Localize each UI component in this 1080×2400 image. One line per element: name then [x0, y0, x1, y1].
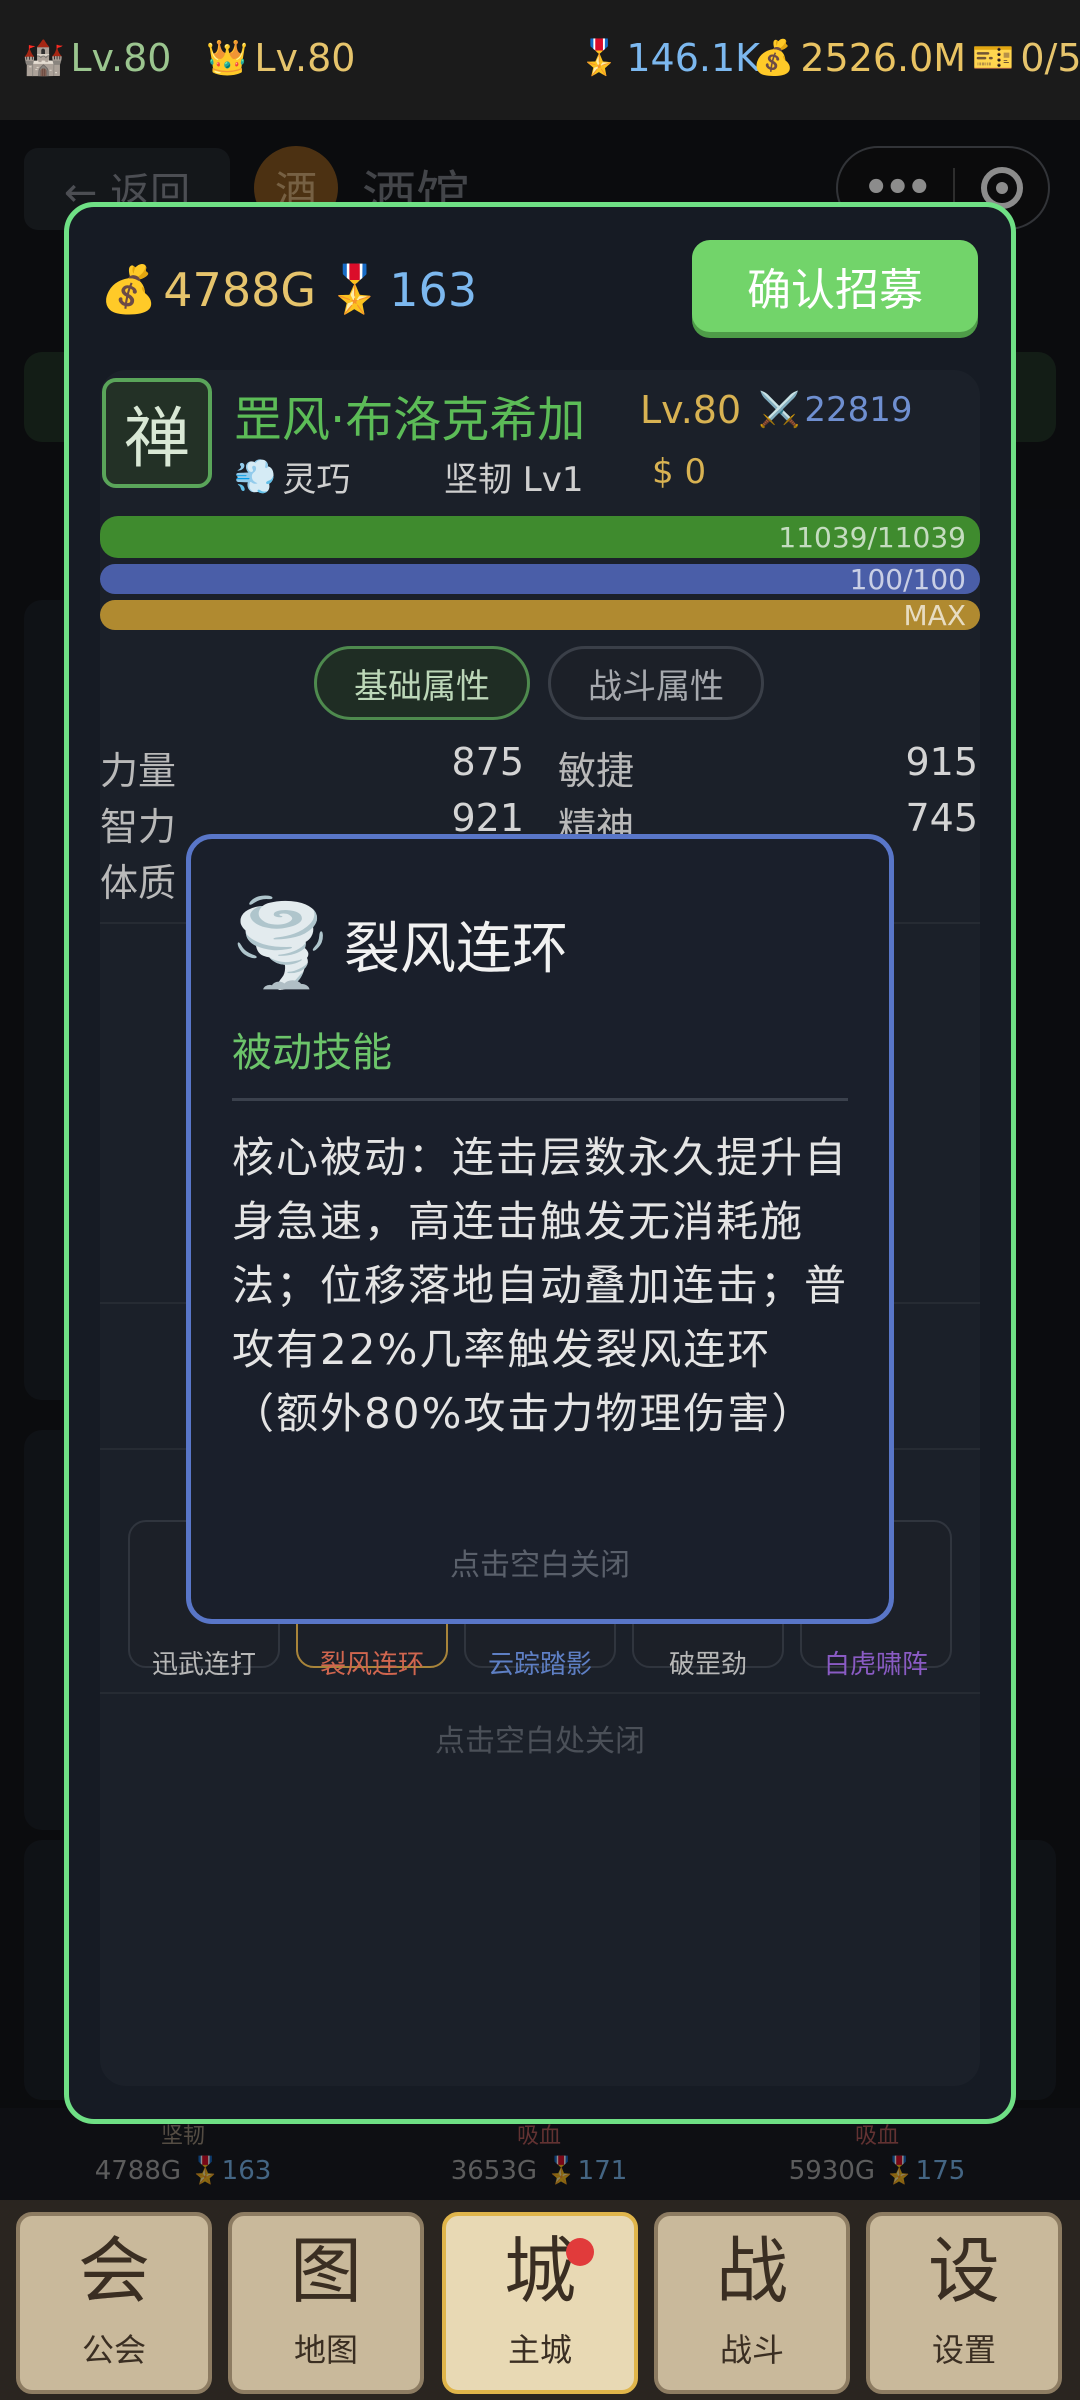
- hero-avatar: 禅: [102, 378, 212, 488]
- stat-intellect-label: 智力: [100, 805, 177, 849]
- recruit-gold-cost: 💰 4788G: [100, 262, 316, 317]
- top-status-bar: 🏰 Lv.80 👑 Lv.80 🎖️ 146.1K 💰 2526.0M 🎫 0/…: [0, 0, 1080, 120]
- nav-main-city[interactable]: 城 主城: [442, 2212, 638, 2394]
- skill-description: 核心被动：连击层数永久提升自身急速，高连击触发无消耗施法；位移落地自动叠加连击；…: [232, 1133, 849, 1438]
- nav-map[interactable]: 图 地图: [228, 2212, 424, 2394]
- hero-name: 罡风·布洛克希加: [234, 392, 586, 448]
- mp-bar-fill: [100, 564, 980, 594]
- ticket-icon: 🎫: [972, 38, 1015, 78]
- skill-name-3: 云踪踏影: [487, 1650, 592, 1680]
- hero-toughness: 坚韧 Lv1: [444, 460, 584, 500]
- castle-level: 🏰 Lv.80: [22, 36, 172, 80]
- stat-strength-label: 力量: [100, 749, 177, 793]
- money-bag-icon: 💰: [752, 38, 795, 78]
- skill-name-1: 迅武连打: [151, 1650, 256, 1680]
- stat-strength-value: 875: [451, 740, 524, 784]
- gold-counter: 💰 2526.0M: [752, 36, 967, 80]
- tooltip-divider: [232, 1098, 848, 1101]
- medal-icon: 🎖️: [326, 262, 384, 316]
- city-icon: 城: [503, 2229, 576, 2313]
- battle-icon: 战: [715, 2229, 788, 2313]
- nav-battle[interactable]: 战 战斗: [654, 2212, 850, 2394]
- medal-icon: 🎖️: [578, 38, 621, 78]
- skill-name-5: 白虎啸阵: [823, 1650, 928, 1680]
- recruit-honor-cost: 🎖️ 163: [326, 262, 478, 317]
- tooltip-close-hint[interactable]: 点击空白关闭: [186, 1540, 894, 1584]
- stat-agility-value: 915: [905, 740, 978, 784]
- section-divider: [100, 1692, 980, 1694]
- crossed-swords-icon: ⚔️: [758, 390, 801, 430]
- settings-icon: 设: [927, 2229, 1000, 2313]
- skill-name-4: 破罡劲: [668, 1650, 747, 1680]
- guild-icon: 会: [77, 2229, 150, 2313]
- tab-basic-attributes[interactable]: 基础属性: [314, 646, 530, 720]
- honor-counter: 🎖️ 146.1K: [578, 36, 761, 80]
- hero-power: ⚔️ 22819: [758, 390, 913, 430]
- hero-price: $ 0: [652, 452, 707, 492]
- exp-bar-fill: [100, 600, 980, 630]
- hp-bar: 11039/11039: [100, 516, 980, 558]
- stat-spirit-value: 745: [905, 796, 978, 840]
- nav-settings[interactable]: 设 设置: [866, 2212, 1062, 2394]
- hero-level: Lv.80: [640, 388, 742, 432]
- skill-title: 裂风连环: [344, 917, 568, 982]
- stat-agility-label: 敏捷: [558, 749, 635, 793]
- tab-battle-attributes[interactable]: 战斗属性: [548, 646, 764, 720]
- close-hint[interactable]: 点击空白处关闭: [100, 1716, 980, 1760]
- crown-icon: 👑: [206, 38, 249, 78]
- notification-dot: [566, 2238, 594, 2266]
- hero-trait: 💨 灵巧: [234, 456, 351, 501]
- nav-guild[interactable]: 会 公会: [16, 2212, 212, 2394]
- ticket-counter: 🎫 0/5: [972, 36, 1080, 80]
- crown-level: 👑 Lv.80: [206, 36, 356, 80]
- confirm-recruit-button[interactable]: 确认招募: [692, 240, 978, 332]
- stat-constitution-label: 体质: [100, 861, 177, 905]
- skill-name-2: 裂风连环: [319, 1650, 424, 1680]
- tornado-icon: 🌪️: [228, 894, 333, 992]
- map-icon: 图: [289, 2229, 362, 2313]
- mp-bar: 100/100: [100, 564, 980, 594]
- money-bag-icon: 💰: [100, 262, 158, 316]
- skill-type: 被动技能: [232, 1030, 392, 1076]
- wind-icon: 💨: [234, 456, 277, 497]
- exp-bar: MAX: [100, 600, 980, 630]
- castle-icon: 🏰: [22, 38, 65, 78]
